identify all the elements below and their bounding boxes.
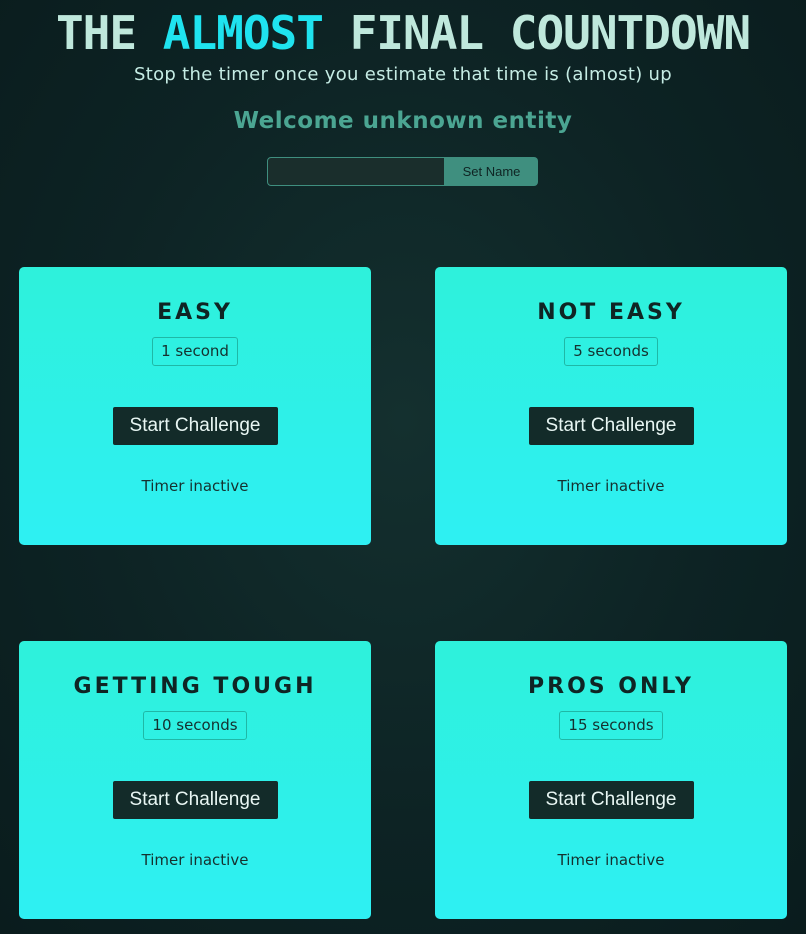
challenge-duration-badge: 10 seconds (143, 711, 247, 740)
timer-status: Timer inactive (141, 477, 249, 495)
challenge-title: PROS ONLY (528, 674, 694, 699)
set-name-button[interactable]: Set Name (445, 157, 538, 186)
start-challenge-button[interactable]: Start Challenge (112, 781, 278, 819)
timer-status: Timer inactive (557, 851, 665, 869)
challenge-card-pros-only: PROS ONLY 15 seconds Start Challenge Tim… (435, 641, 787, 919)
challenge-duration-badge: 1 second (152, 337, 238, 366)
challenge-title: GETTING TOUGH (73, 674, 317, 699)
challenge-card-not-easy: NOT EASY 5 seconds Start Challenge Timer… (435, 267, 787, 545)
title-part-the: THE (55, 6, 163, 60)
timer-status: Timer inactive (557, 477, 665, 495)
page-subtitle: Stop the timer once you estimate that ti… (133, 64, 672, 85)
challenge-card-easy: EASY 1 second Start Challenge Timer inac… (19, 267, 371, 545)
name-form: Set Name (267, 157, 538, 186)
start-challenge-button[interactable]: Start Challenge (112, 407, 278, 445)
title-accent-almost: ALMOST (162, 6, 324, 60)
start-challenge-button[interactable]: Start Challenge (528, 781, 694, 819)
timer-status: Timer inactive (141, 851, 249, 869)
welcome-message: Welcome unknown entity (233, 108, 573, 134)
challenge-card-getting-tough: GETTING TOUGH 10 seconds Start Challenge… (19, 641, 371, 919)
challenge-duration-badge: 5 seconds (564, 337, 658, 366)
name-input[interactable] (267, 157, 445, 186)
challenge-title: EASY (157, 300, 233, 325)
challenge-title: NOT EASY (537, 300, 685, 325)
title-part-final-countdown: FINAL COUNTDOWN (322, 6, 751, 60)
start-challenge-button[interactable]: Start Challenge (528, 407, 694, 445)
challenge-duration-badge: 15 seconds (559, 711, 663, 740)
page-title: THE ALMOST FINAL COUNTDOWN (0, 8, 806, 58)
